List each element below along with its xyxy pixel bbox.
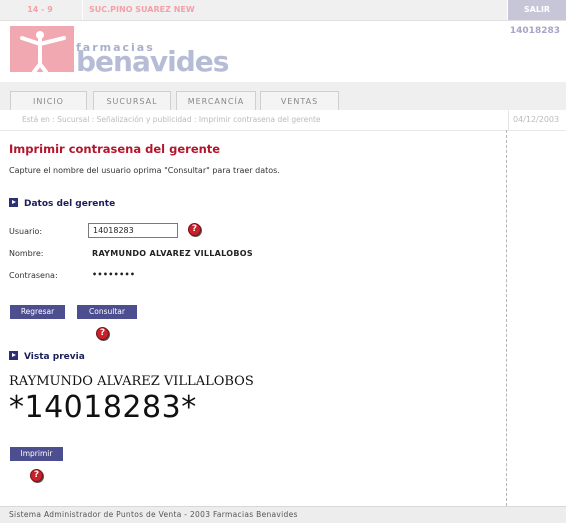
store-name: SUC.PINO SUAREZ NEW bbox=[82, 0, 508, 20]
print-button[interactable]: Imprimir bbox=[10, 447, 63, 461]
breadcrumb: Está en : Sucursal : Señalización y publ… bbox=[22, 115, 321, 124]
company-logo: farmacias benavides bbox=[10, 26, 229, 78]
tab-mercancia[interactable]: MERCANCÍA bbox=[176, 91, 256, 110]
contrasena-value: •••••••• bbox=[92, 270, 136, 279]
back-button[interactable]: Regresar bbox=[10, 305, 65, 319]
consult-button[interactable]: Consultar bbox=[77, 305, 137, 319]
tab-ventas[interactable]: VENTAS bbox=[260, 91, 339, 110]
store-code: 14 - 9 bbox=[27, 5, 53, 14]
tab-sucursal[interactable]: SUCURSAL bbox=[93, 91, 171, 110]
nombre-value: RAYMUNDO ALVAREZ VILLALOBOS bbox=[92, 249, 253, 258]
right-divider bbox=[506, 130, 507, 506]
help-icon[interactable]: ? bbox=[30, 469, 43, 482]
page-title: Imprimir contrasena del gerente bbox=[9, 142, 221, 156]
instructions-text: Capture el nombre del usuario oprima "Co… bbox=[9, 166, 280, 175]
usuario-input[interactable] bbox=[88, 223, 178, 238]
contrasena-label: Contrasena: bbox=[9, 271, 58, 280]
help-icon[interactable]: ? bbox=[188, 223, 201, 236]
arrow-right-icon bbox=[9, 198, 18, 207]
section-preview-label: Vista previa bbox=[24, 352, 85, 362]
top-bar: 14 - 9 SUC.PINO SUAREZ NEW SALIR bbox=[0, 0, 566, 21]
help-icon[interactable]: ? bbox=[96, 327, 109, 340]
nombre-label: Nombre: bbox=[9, 249, 44, 258]
user-id: 14018283 bbox=[509, 26, 560, 36]
preview-barcode: *14018283* bbox=[9, 390, 197, 425]
section-preview: Vista previa bbox=[9, 351, 85, 362]
preview-name: RAYMUNDO ALVAREZ VILLALOBOS bbox=[9, 374, 254, 389]
nav-bar: INICIO SUCURSAL MERCANCÍA VENTAS bbox=[0, 82, 566, 110]
footer: Sistema Administrador de Puntos de Venta… bbox=[0, 506, 566, 523]
tab-inicio[interactable]: INICIO bbox=[10, 91, 87, 110]
arrow-right-icon bbox=[9, 351, 18, 360]
logo-figure-icon bbox=[10, 26, 74, 74]
logo-main-text: benavides bbox=[76, 45, 229, 78]
section-manager-label: Datos del gerente bbox=[24, 199, 116, 209]
current-date: 04/12/2003 bbox=[508, 110, 566, 130]
section-manager-data: Datos del gerente bbox=[9, 198, 115, 209]
usuario-label: Usuario: bbox=[9, 227, 43, 236]
footer-text: Sistema Administrador de Puntos de Venta… bbox=[9, 510, 298, 519]
exit-button[interactable]: SALIR bbox=[508, 0, 566, 20]
breadcrumb-bar: Está en : Sucursal : Señalización y publ… bbox=[0, 110, 566, 131]
